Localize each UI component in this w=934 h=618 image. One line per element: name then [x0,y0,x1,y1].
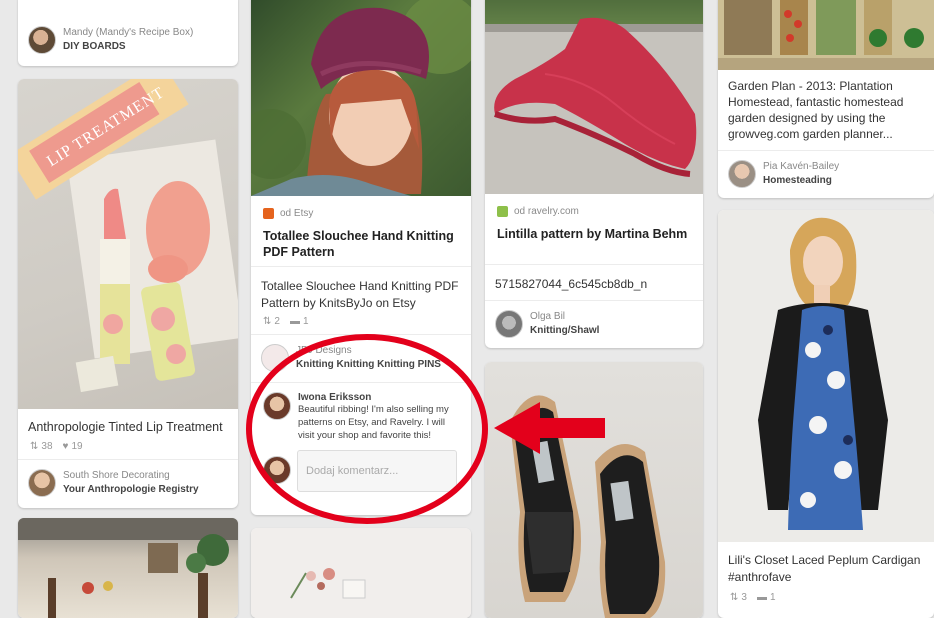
repin-count: 38 [41,441,53,452]
comment-input[interactable] [297,450,457,492]
knitted-shawl-photo [485,17,703,194]
pin-card-garden-plan[interactable]: Garden Plan - 2013: Plantation Homestead… [718,0,934,198]
pin-card-flowers[interactable] [251,528,471,618]
source-label[interactable]: od Etsy [280,208,313,219]
repin-icon: ⇅ [730,592,739,603]
comment-icon: ▬ [756,592,767,603]
pin-image[interactable] [485,0,703,194]
divider [251,266,471,267]
divider [718,150,934,151]
pin-source[interactable]: od Etsy [263,208,313,219]
pin-stats: ⇅ 2 ▬ 1 [263,316,309,327]
pin-card-shoes[interactable] [485,362,703,618]
avatar[interactable] [263,456,291,484]
board-name[interactable]: Knitting Knitting Knitting PINS [296,358,441,372]
avatar[interactable] [28,469,56,497]
board-name[interactable]: DIY BOARDS [63,40,193,54]
avatar[interactable] [263,392,291,420]
comment-text: Beautiful ribbing! I'm also selling my p… [298,404,449,441]
pin-card-peplum-cardigan[interactable]: Lili's Closet Laced Peplum Cardigan #ant… [718,210,934,618]
repin-count: 3 [741,592,747,603]
divider [251,382,471,383]
comment-count: 1 [302,316,309,327]
repin-icon: ⇅ [263,316,272,327]
divider [485,264,703,265]
comment-icon: ▬ [289,316,300,327]
board-name[interactable]: Homesteading [763,174,839,188]
pinner-name[interactable]: Pia Kavén-Bailey [763,160,839,174]
pin-image[interactable] [251,0,471,196]
like-count: 1 [769,592,776,603]
pin-image[interactable] [718,210,934,542]
pin-attribution[interactable]: South Shore Decorating Your Anthropologi… [28,469,230,497]
divider [251,334,471,335]
pin-title[interactable]: Lintilla pattern by Martina Behm [497,226,691,242]
pin-image[interactable] [18,518,238,618]
like-count: 19 [71,441,83,452]
interior-photo [18,518,238,618]
knitted-hat-photo [251,0,471,196]
pin-description: Garden Plan - 2013: Plantation Homestead… [728,79,904,141]
pin-card-lintilla[interactable]: od ravelry.com Lintilla pattern by Marti… [485,0,703,348]
pin-title[interactable]: Totallee Slouchee Hand Knitting PDF Patt… [263,228,459,260]
pinner-name[interactable]: South Shore Decorating [63,469,199,483]
repin-count: 2 [274,316,280,327]
pin-card-lip-treatment[interactable]: LIP TREATMENT Anthropologie Tinted Lip T… [18,79,238,508]
comment: Iwona Eriksson Beautiful ribbing! I'm al… [263,392,463,442]
pinner-name[interactable]: JBJ Designs [296,344,441,358]
pin-description: Lili's Closet Laced Peplum Cardigan #ant… [728,553,921,584]
board-name[interactable]: Your Anthropologie Registry [63,483,199,497]
garden-plan-image [718,0,934,70]
repin-icon: ⇅ [30,441,39,452]
pin-source[interactable]: od ravelry.com [497,206,579,217]
cardigan-model-photo [758,217,888,530]
pin-image[interactable]: LIP TREATMENT [18,79,238,409]
ravelry-icon [497,206,508,217]
avatar[interactable] [728,160,756,188]
pin-description: Anthropologie Tinted Lip Treatment [28,420,223,434]
pin-image[interactable] [251,528,471,618]
pin-image[interactable] [485,362,703,618]
avatar[interactable] [495,310,523,338]
pin-description: Totallee Slouchee Hand Knitting PDF Patt… [261,279,459,310]
avatar[interactable] [28,26,56,54]
pin-attribution[interactable]: Mandy (Mandy's Recipe Box) DIY BOARDS [28,26,230,54]
source-label[interactable]: od ravelry.com [514,206,579,217]
pin-stats: ⇅ 38 ♥ 19 [30,441,83,452]
pin-card-interior[interactable] [18,518,238,618]
avatar[interactable] [261,344,289,372]
pin-description: 5715827044_6c545cb8db_n [495,277,648,291]
pin-attribution[interactable]: JBJ Designs Knitting Knitting Knitting P… [261,344,463,372]
pin-stats: ⇅ 3 ▬ 1 [730,592,776,603]
pinner-name[interactable]: Mandy (Mandy's Recipe Box) [63,26,193,40]
lip-treatment-photo: LIP TREATMENT [18,79,238,393]
shoes-photo [510,395,666,618]
pin-card-diy[interactable]: Mandy (Mandy's Recipe Box) DIY BOARDS [18,0,238,66]
pin-card-slouchee-hat[interactable]: od Etsy Totallee Slouchee Hand Knitting … [251,0,471,515]
pin-image[interactable] [718,0,934,70]
board-name[interactable]: Knitting/Shawl [530,324,599,338]
divider [485,300,703,301]
pin-attribution[interactable]: Pia Kavén-Bailey Homesteading [728,160,926,188]
etsy-icon [263,208,274,219]
pin-attribution[interactable]: Olga Bil Knitting/Shawl [495,310,695,338]
pinner-name[interactable]: Olga Bil [530,310,599,324]
comment-author[interactable]: Iwona Eriksson [298,392,463,403]
flowers-photo [290,568,366,599]
heart-icon: ♥ [62,441,69,452]
divider [18,459,238,460]
